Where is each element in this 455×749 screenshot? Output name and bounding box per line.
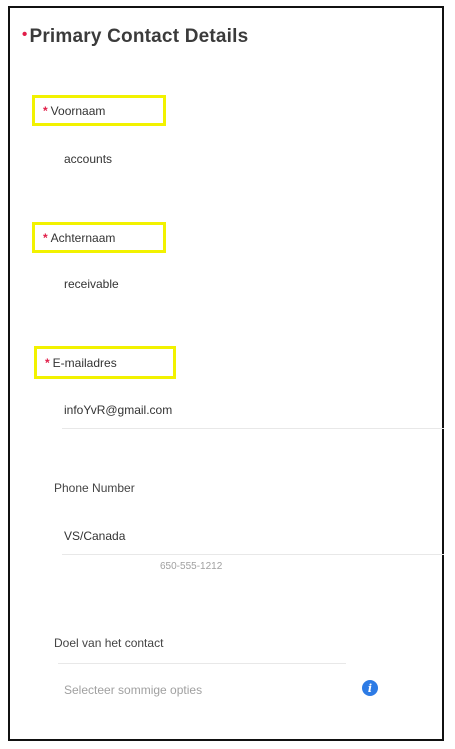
phone-country-value: VS/Canada — [64, 529, 126, 543]
required-marker: * — [43, 230, 48, 245]
phone-label: Phone Number — [54, 481, 135, 495]
contact-form-panel: • Primary Contact Details * Voornaam acco… — [8, 6, 444, 741]
last-name-label: Achternaam — [50, 230, 116, 245]
first-name-field[interactable]: accounts — [64, 152, 112, 166]
purpose-select[interactable]: Selecteer sommige opties — [64, 683, 202, 697]
last-name-label-box: * Achternaam — [32, 222, 166, 253]
purpose-placeholder: Selecteer sommige opties — [64, 683, 203, 697]
first-name-value: accounts — [64, 152, 113, 166]
phone-country-select[interactable]: VS/Canada — [64, 529, 125, 543]
first-name-label-box: * Voornaam — [32, 95, 166, 126]
phone-example: 650-555-1212 — [160, 561, 223, 572]
email-label-box: * E-mailadres — [34, 346, 176, 379]
email-value: infoYvR@gmail.com — [64, 403, 173, 417]
first-name-label: Voornaam — [50, 103, 106, 118]
email-underline — [62, 428, 444, 429]
last-name-value: receivable — [64, 277, 119, 291]
required-marker: * — [45, 355, 50, 370]
purpose-label: Doel van het contact — [54, 636, 164, 650]
email-label: E-mailadres — [52, 355, 117, 370]
info-icon[interactable]: i — [362, 680, 378, 696]
purpose-underline — [58, 663, 346, 664]
phone-underline — [62, 554, 444, 555]
page-title: • Primary Contact Details — [22, 26, 249, 47]
required-marker: • — [22, 26, 28, 43]
required-marker: * — [43, 103, 48, 118]
last-name-field[interactable]: receivable — [64, 277, 119, 291]
email-field[interactable]: infoYvR@gmail.com — [64, 403, 172, 417]
info-glyph: i — [367, 681, 373, 695]
